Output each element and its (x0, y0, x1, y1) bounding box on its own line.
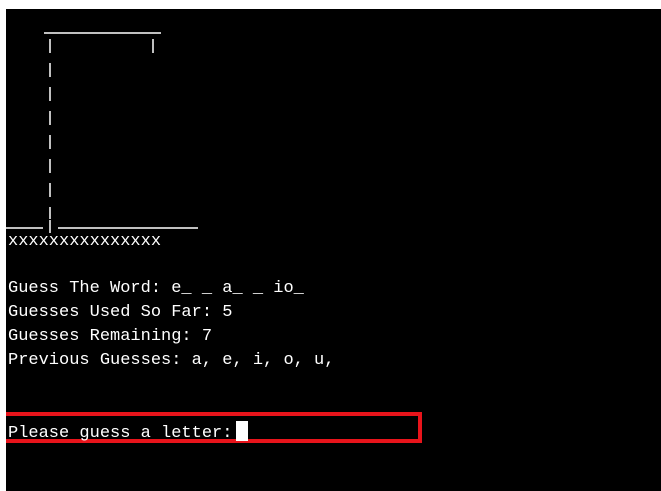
remaining-line: Guesses Remaining: 7 (8, 325, 212, 349)
text-cursor[interactable] (236, 421, 249, 441)
previous-guesses-line: Previous Guesses: a, e, i, o, u, (8, 349, 334, 373)
used-line: Guesses Used So Far: 5 (8, 301, 232, 325)
remaining-label: Guesses Remaining: (8, 327, 192, 346)
floor-line: xxxxxxxxxxxxxxx (8, 232, 162, 251)
word-label: Guess The Word: (8, 279, 162, 298)
guess-prompt: Please guess a letter: (8, 424, 233, 443)
word-value: e_ _ a_ _ io_ (171, 279, 304, 298)
hangman-gallows (6, 21, 226, 243)
terminal-window: xxxxxxxxxxxxxxx Guess The Word: e_ _ a_ … (6, 9, 661, 491)
used-value: 5 (222, 303, 233, 322)
guess-input-line[interactable]: Please guess a letter: (8, 421, 249, 445)
word-line: Guess The Word: e_ _ a_ _ io_ (8, 277, 304, 301)
used-label: Guesses Used So Far: (8, 303, 213, 322)
previous-label: Previous Guesses: (8, 351, 182, 370)
previous-value: a, e, i, o, u, (191, 351, 335, 370)
remaining-value: 7 (201, 327, 213, 346)
